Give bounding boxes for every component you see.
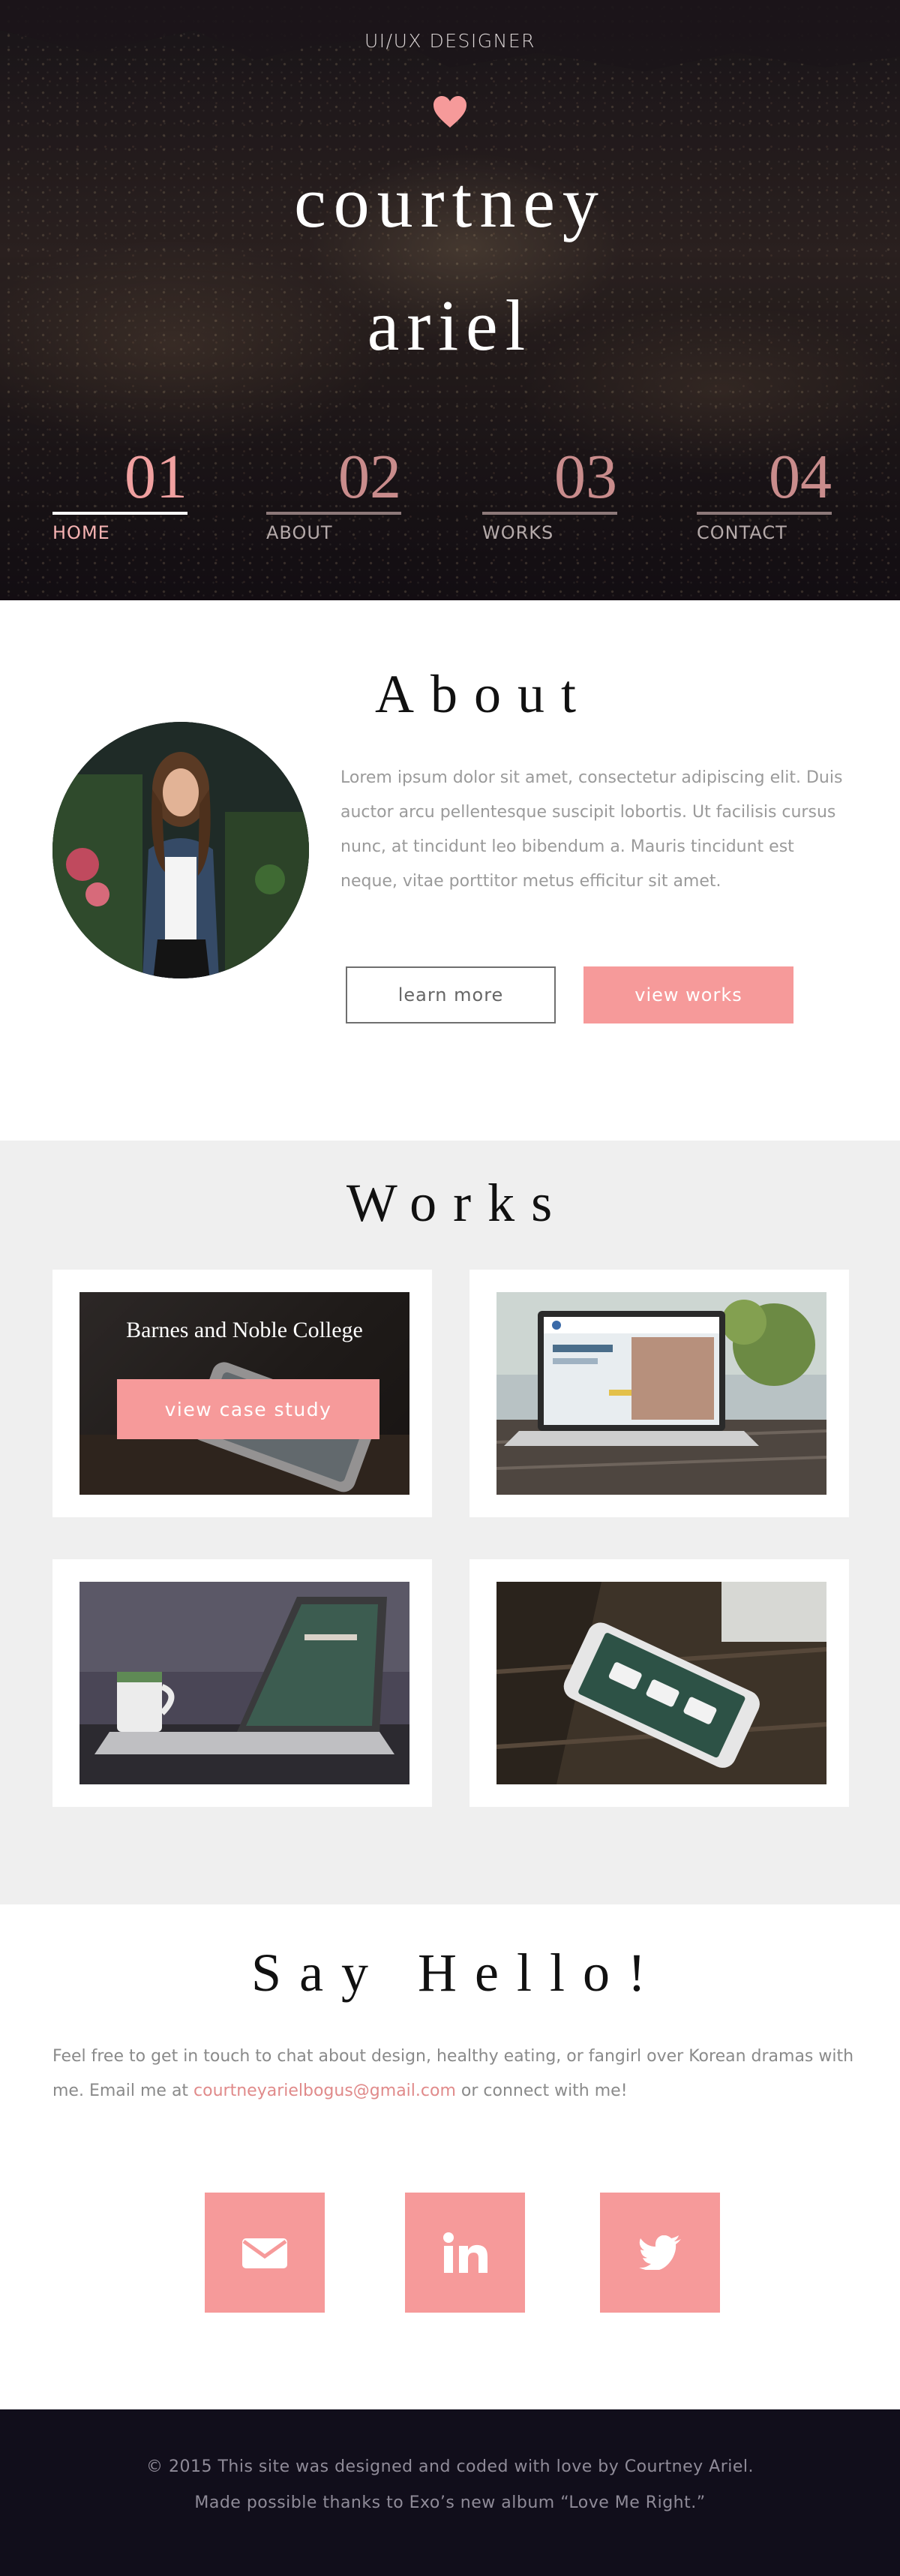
main-nav: 01 HOME 02 ABOUT 03 WORKS 04 CONTACT	[0, 444, 900, 557]
view-works-button[interactable]: view works	[584, 966, 794, 1023]
heart-icon	[434, 96, 466, 128]
work-thumbnail	[496, 1292, 826, 1495]
nav-number: 02	[338, 442, 401, 512]
nav-item-home[interactable]: 01 HOME	[52, 444, 188, 557]
contact-text-after: or connect with me!	[455, 2082, 628, 2100]
work-card-phone-app[interactable]	[470, 1559, 849, 1807]
laptop-outdoor-image	[496, 1292, 826, 1495]
work-thumbnail	[496, 1582, 826, 1784]
linkedin-icon	[443, 2232, 488, 2273]
about-title: About	[375, 664, 592, 724]
portrait-photo	[52, 722, 309, 978]
nav-label: WORKS	[482, 522, 554, 543]
nav-underline	[482, 512, 617, 515]
nav-underline	[697, 512, 832, 515]
work-thumbnail: Barnes and Noble College view case study	[80, 1292, 410, 1495]
twitter-social-button[interactable]	[600, 2193, 720, 2313]
work-card-laptop-mug[interactable]	[52, 1559, 432, 1807]
nav-underline	[266, 512, 401, 515]
work-thumbnail	[80, 1582, 410, 1784]
name-first: courtney	[294, 162, 606, 242]
nav-item-works[interactable]: 03 WORKS	[482, 444, 617, 557]
works-title: Works	[346, 1173, 569, 1233]
footer-copyright: © 2015 This site was designed and coded …	[146, 2457, 754, 2476]
about-section: About Lorem ipsum dolor sit amet, consec…	[0, 600, 900, 1141]
footer: © 2015 This site was designed and coded …	[0, 2409, 900, 2576]
email-link[interactable]: courtneyarielbogus@gmail.com	[194, 2082, 456, 2100]
view-case-study-button[interactable]: view case study	[117, 1379, 380, 1439]
nav-label: ABOUT	[266, 522, 333, 543]
learn-more-button[interactable]: learn more	[346, 966, 556, 1023]
hello-title: Say Hello!	[251, 1943, 664, 2003]
twitter-icon	[639, 2235, 681, 2270]
work-title: Barnes and Noble College	[126, 1318, 363, 1342]
nav-label: HOME	[52, 522, 110, 543]
works-section: Works Barnes and Noble College view case…	[0, 1141, 900, 1904]
contact-section: Say Hello! Feel free to get in touch to …	[0, 1904, 900, 2409]
nav-item-contact[interactable]: 04 CONTACT	[697, 444, 832, 557]
work-card-laptop-outdoor[interactable]	[470, 1270, 849, 1517]
avatar	[52, 722, 309, 978]
linkedin-social-button[interactable]	[405, 2193, 525, 2313]
nav-item-about[interactable]: 02 ABOUT	[266, 444, 401, 557]
nav-underline	[52, 512, 188, 515]
phone-app-image	[496, 1582, 826, 1784]
envelope-icon	[242, 2238, 287, 2268]
tagline: UI/UX DESIGNER	[364, 30, 536, 52]
nav-label: CONTACT	[697, 522, 788, 543]
work-card-barnes-noble[interactable]: Barnes and Noble College view case study	[52, 1270, 432, 1517]
hero-section: UI/UX DESIGNER courtney ariel 01 HOME 02…	[0, 0, 900, 600]
contact-text: Feel free to get in touch to chat about …	[52, 2039, 862, 2109]
laptop-mug-image	[80, 1582, 410, 1784]
name-last: ariel	[367, 285, 533, 365]
email-social-button[interactable]	[205, 2193, 325, 2313]
nav-number: 04	[769, 442, 832, 512]
about-text: Lorem ipsum dolor sit amet, consectetur …	[340, 768, 843, 891]
nav-number: 01	[124, 442, 188, 512]
footer-credit: Made possible thanks to Exo’s new album …	[194, 2493, 706, 2512]
nav-number: 03	[554, 442, 617, 512]
